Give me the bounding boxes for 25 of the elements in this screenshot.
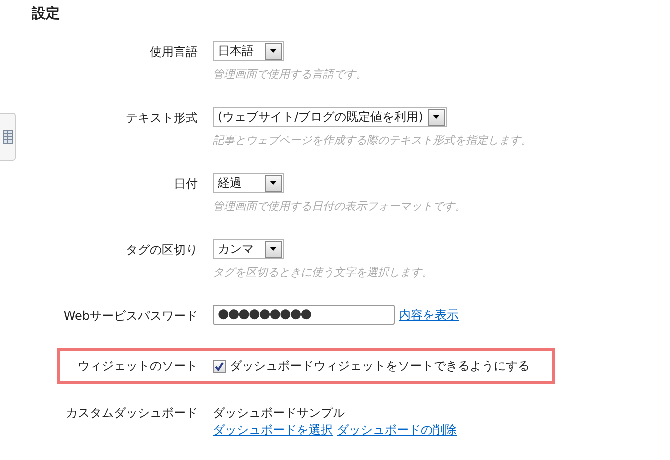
checkbox[interactable]: [213, 360, 226, 372]
show-link[interactable]: 内容を表示: [399, 306, 459, 324]
dropdown[interactable]: 経過: [213, 173, 284, 193]
side-tab[interactable]: [0, 113, 16, 161]
setting-label: タグの区切り: [125, 242, 198, 259]
setting-label: 日付: [173, 176, 198, 193]
table-icon: [2, 130, 12, 144]
dropdown[interactable]: (ウェブサイト/ブログの既定値を利用): [213, 107, 448, 127]
checkbox-label: ダッシュボードウィジェットをソートできるようにする: [230, 358, 530, 374]
dashboard-link[interactable]: ダッシュボードを選択: [213, 422, 333, 439]
hint-text: 管理画面で使用する日付の表示フォーマットです。: [213, 199, 466, 214]
dashboard-name: ダッシュボードサンプル: [213, 405, 346, 422]
page-title: 設定: [32, 5, 60, 23]
hint-text: タグを区切るときに使う文字を選択します。: [213, 265, 433, 280]
setting-label: Webサービスパスワード: [62, 308, 198, 325]
setting-label: カスタムダッシュボード: [65, 405, 198, 422]
dashboard-link[interactable]: ダッシュボードの削除: [337, 422, 457, 439]
dropdown[interactable]: 日本語: [213, 41, 284, 61]
hint-text: 管理画面で使用する言語です。: [213, 67, 367, 82]
setting-label: 使用言語: [149, 44, 198, 61]
password-field[interactable]: ●●●●●●●●●: [213, 305, 395, 325]
setting-label: ウィジェットのソート: [77, 358, 198, 374]
hint-text: 記事とウェブページを作成する際のテキスト形式を指定します。: [213, 133, 532, 148]
dropdown[interactable]: カンマ: [213, 239, 284, 259]
setting-label: テキスト形式: [125, 110, 198, 127]
